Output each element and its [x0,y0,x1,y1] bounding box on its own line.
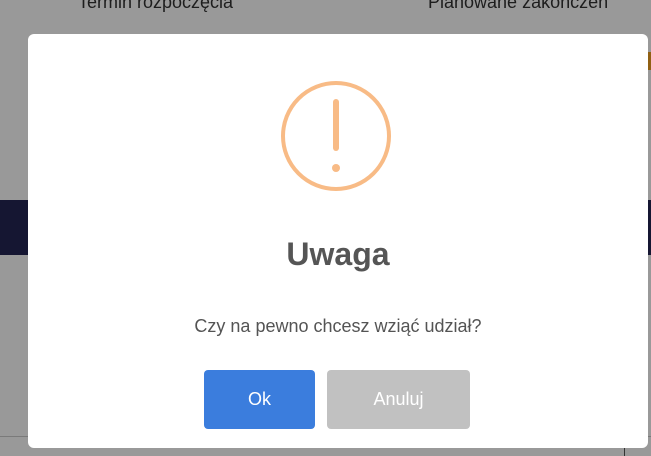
cancel-button[interactable]: Anuluj [327,370,470,429]
ok-button[interactable]: Ok [204,370,315,429]
dialog-title: Uwaga [286,236,390,272]
dialog-message: Czy na pewno chcesz wziąć udział? [194,316,482,336]
page: Termin rozpoczęcia Planowane zakończen U… [0,0,651,456]
warning-exclamation-icon [281,81,391,191]
confirm-dialog: Uwaga Czy na pewno chcesz wziąć udział? … [28,34,648,448]
